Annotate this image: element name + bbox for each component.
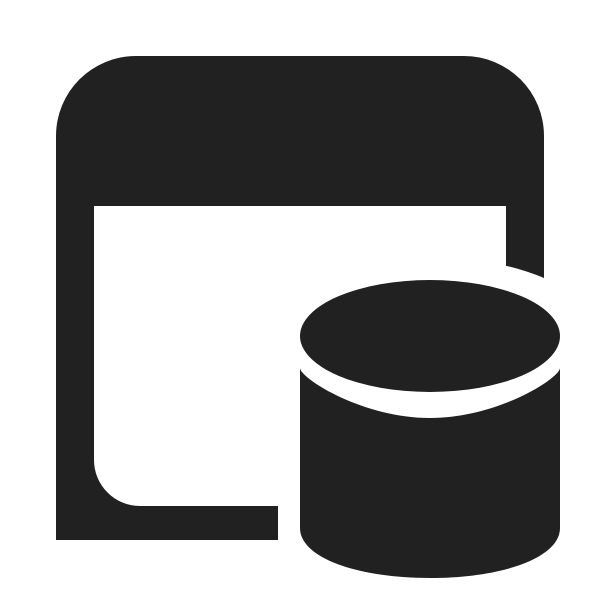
database-icon bbox=[300, 280, 560, 578]
database-body bbox=[300, 368, 560, 578]
database-top bbox=[300, 280, 560, 392]
window-database-glyph bbox=[56, 56, 560, 578]
window-database-icon bbox=[0, 0, 600, 600]
